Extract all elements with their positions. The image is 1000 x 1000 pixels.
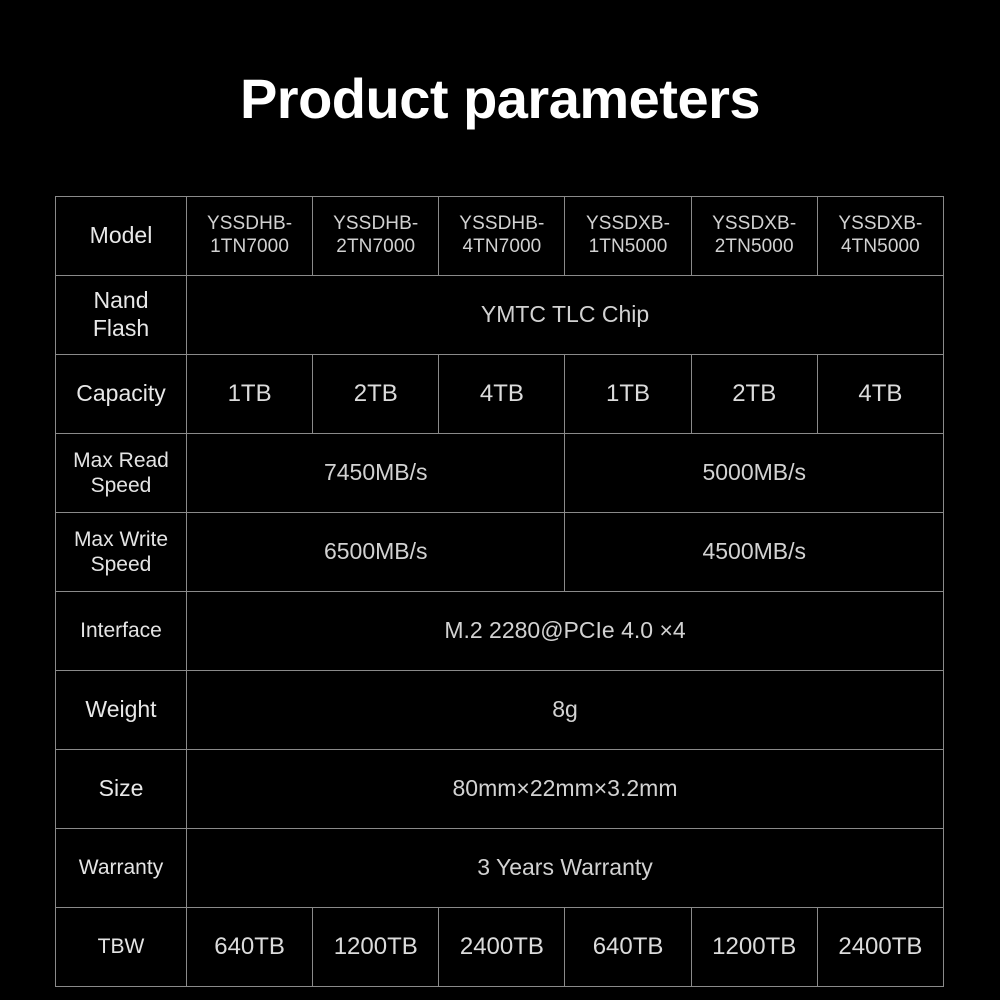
cell-tbw-1: 640TB <box>185 907 314 987</box>
specifications-table: Model YSSDHB- 1TN7000 YSSDHB- 2TN7000 YS… <box>55 196 945 987</box>
cell-model-1: YSSDHB- 1TN7000 <box>185 196 314 276</box>
table-row: Model YSSDHB- 1TN7000 YSSDHB- 2TN7000 YS… <box>55 196 945 276</box>
row-label-capacity: Capacity <box>55 354 187 434</box>
table-row: TBW 640TB 1200TB 2400TB 640TB 1200TB 240… <box>55 907 945 987</box>
row-label-interface: Interface <box>55 591 187 671</box>
table-row: Weight 8g <box>55 670 944 750</box>
cell-max-read-speed-hb: 7450MB/s <box>185 433 566 513</box>
cell-tbw-4: 640TB <box>564 907 692 987</box>
cell-capacity-5: 2TB <box>690 354 818 434</box>
row-label-model: Model <box>55 196 187 276</box>
cell-weight-all: 8g <box>186 670 944 750</box>
table-row: Interface M.2 2280@PCIe 4.0 ×4 <box>55 591 944 671</box>
table-row: Max Read Speed 7450MB/s 5000MB/s <box>55 433 944 513</box>
row-label-nand-flash: Nand Flash <box>55 275 187 355</box>
cell-capacity-4: 1TB <box>564 354 692 434</box>
cell-capacity-1: 1TB <box>185 354 314 434</box>
row-label-warranty: Warranty <box>55 828 187 908</box>
cell-nand-flash-all: YMTC TLC Chip <box>186 275 944 355</box>
cell-max-read-speed-xb: 5000MB/s <box>564 433 944 513</box>
row-label-max-read-speed: Max Read Speed <box>55 433 187 513</box>
table-row: Nand Flash YMTC TLC Chip <box>55 275 944 355</box>
cell-model-6: YSSDXB- 4TN5000 <box>816 196 945 276</box>
table-row: Warranty 3 Years Warranty <box>55 828 944 908</box>
cell-model-2: YSSDHB- 2TN7000 <box>312 196 440 276</box>
table-row: Size 80mm×22mm×3.2mm <box>55 749 944 829</box>
product-parameters-page: Product parameters Model YSSDHB- 1TN7000… <box>0 0 1000 1000</box>
cell-tbw-5: 1200TB <box>690 907 818 987</box>
cell-max-write-speed-xb: 4500MB/s <box>564 512 944 592</box>
cell-model-4: YSSDXB- 1TN5000 <box>564 196 692 276</box>
cell-warranty-all: 3 Years Warranty <box>186 828 944 908</box>
cell-capacity-2: 2TB <box>312 354 440 434</box>
row-label-max-write-speed: Max Write Speed <box>55 512 187 592</box>
table-row: Capacity 1TB 2TB 4TB 1TB 2TB 4TB <box>55 354 945 434</box>
cell-tbw-3: 2400TB <box>438 907 566 987</box>
cell-capacity-3: 4TB <box>438 354 566 434</box>
row-label-size: Size <box>55 749 187 829</box>
cell-interface-all: M.2 2280@PCIe 4.0 ×4 <box>186 591 944 671</box>
cell-tbw-2: 1200TB <box>312 907 440 987</box>
row-label-weight: Weight <box>55 670 187 750</box>
cell-model-5: YSSDXB- 2TN5000 <box>690 196 818 276</box>
cell-capacity-6: 4TB <box>816 354 945 434</box>
cell-model-3: YSSDHB- 4TN7000 <box>438 196 566 276</box>
cell-max-write-speed-hb: 6500MB/s <box>185 512 566 592</box>
cell-size-all: 80mm×22mm×3.2mm <box>186 749 944 829</box>
table-row: Max Write Speed 6500MB/s 4500MB/s <box>55 512 944 592</box>
cell-tbw-6: 2400TB <box>816 907 945 987</box>
page-title: Product parameters <box>239 67 761 130</box>
row-label-tbw: TBW <box>55 907 187 987</box>
